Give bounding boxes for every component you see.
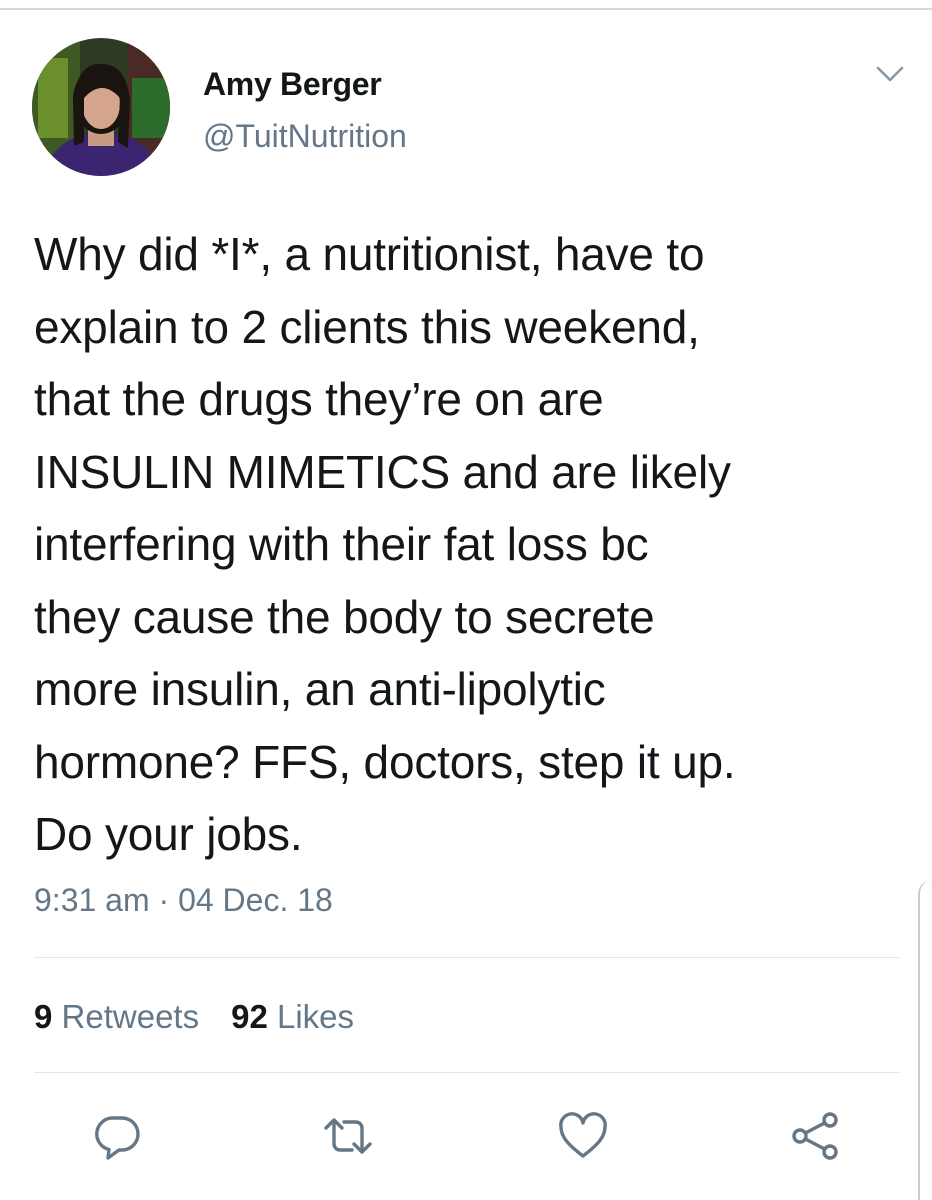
retweets-label: Retweets [61, 998, 200, 1035]
reply-button[interactable] [92, 1110, 144, 1162]
reply-icon [95, 1116, 140, 1160]
divider [34, 1072, 900, 1073]
retweet-button[interactable] [322, 1110, 374, 1162]
share-icon [792, 1112, 838, 1160]
divider [34, 957, 900, 958]
retweet-icon [324, 1118, 372, 1154]
engagement-stats: 9 Retweets 92 Likes [34, 998, 354, 1036]
adjacent-card-edge [918, 880, 932, 1200]
avatar[interactable] [32, 38, 170, 176]
share-button[interactable] [790, 1110, 842, 1162]
retweets-stat[interactable]: 9 Retweets [34, 998, 199, 1036]
avatar-image [32, 38, 170, 176]
user-handle[interactable]: @TuitNutrition [203, 118, 407, 155]
retweets-count: 9 [34, 998, 53, 1035]
likes-label: Likes [276, 998, 355, 1035]
top-border [0, 0, 932, 10]
tweet-timestamp[interactable]: 9:31 am · 04 Dec. 18 [34, 882, 333, 919]
heart-icon [559, 1112, 607, 1158]
likes-stat[interactable]: 92 Likes [231, 998, 354, 1036]
like-button[interactable] [557, 1110, 609, 1162]
chevron-down-icon[interactable] [874, 62, 906, 86]
display-name[interactable]: Amy Berger [203, 66, 382, 103]
likes-count: 92 [231, 998, 268, 1035]
tweet-text: Why did *I*, a nutritionist, have to exp… [34, 228, 736, 860]
